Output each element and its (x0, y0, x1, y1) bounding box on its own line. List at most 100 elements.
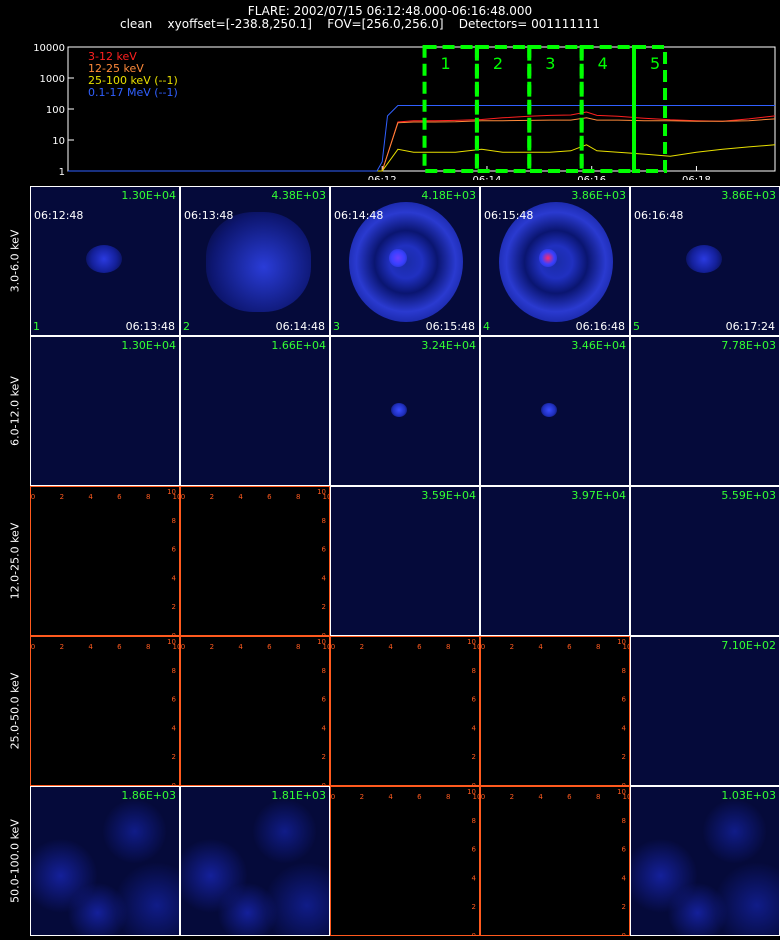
empty-axis-tick-label: 10 (467, 788, 476, 796)
image-panel: 1.30E+04 (30, 336, 180, 486)
empty-axis-tick-label: 2 (322, 753, 326, 761)
interval-label: 3 (545, 54, 555, 73)
image-panel: 7.10E+02 (630, 636, 780, 786)
interval-end-time: 06:17:24 (725, 320, 775, 333)
interval-end-time: 06:13:48 (125, 320, 175, 333)
interval-start-time: 06:16:48 (634, 209, 684, 222)
peak-value: 3.24E+04 (421, 339, 476, 352)
interval-index: 4 (483, 320, 490, 333)
empty-axis-tick-label: 8 (146, 643, 150, 651)
empty-axis-tick-label: 2 (360, 793, 364, 801)
background-noise (631, 787, 779, 935)
empty-axis-tick-label: 10 (467, 638, 476, 646)
series-line (68, 105, 775, 172)
empty-axis-tick-label: 6 (472, 846, 477, 854)
empty-axis-tick-label: 2 (622, 903, 626, 911)
empty-axis-tick-label: 2 (210, 493, 214, 501)
interval-label: 4 (598, 54, 608, 73)
empty-axis-tick-label: 4 (472, 874, 477, 882)
background-noise (31, 787, 179, 935)
empty-axes: 00224466881010 (31, 638, 179, 785)
source-blob (686, 245, 722, 273)
y-tick-label: 1 (59, 167, 65, 178)
empty-panel: 00224466881010 (330, 786, 480, 936)
empty-axis-tick-label: 4 (88, 493, 93, 501)
image-panel: 3.59E+04 (330, 486, 480, 636)
y-tick-label: 100 (46, 105, 65, 116)
empty-axis-tick-label: 10 (617, 638, 626, 646)
empty-axis-tick-label: 2 (172, 753, 176, 761)
peak-value: 7.10E+02 (721, 639, 776, 652)
interval-label: 2 (493, 54, 503, 73)
empty-axis-tick-label: 2 (210, 643, 214, 651)
x-tick-label: 06:14 (473, 175, 502, 180)
interval-label: 5 (650, 54, 660, 73)
empty-axis-tick-label: 2 (622, 753, 626, 761)
interval-index: 2 (183, 320, 190, 333)
image-panel: 7.78E+03 (630, 336, 780, 486)
energy-band-label: 12.0-25.0 keV (4, 486, 26, 636)
empty-axis-tick-label: 6 (322, 546, 327, 554)
empty-axis-tick-label: 4 (388, 793, 393, 801)
empty-axis-tick-label: 8 (446, 793, 450, 801)
empty-axis-tick-label: 0 (31, 643, 35, 651)
empty-axis-tick-label: 4 (88, 643, 93, 651)
empty-panel: 00224466881010 (30, 486, 180, 636)
image-panel: 4.38E+03 06:13:48 06:14:48 2 (180, 186, 330, 336)
source-core (539, 249, 557, 267)
empty-axis-tick-label: 2 (322, 603, 326, 611)
interval-end-time: 06:15:48 (425, 320, 475, 333)
empty-axis-tick-label: 6 (567, 643, 572, 651)
empty-axis-tick-label: 2 (360, 643, 364, 651)
peak-value: 3.59E+04 (421, 489, 476, 502)
empty-axis-tick-label: 0 (481, 643, 485, 651)
empty-axis-tick-label: 0 (331, 643, 335, 651)
peak-value: 1.30E+04 (121, 339, 176, 352)
empty-axis-tick-label: 0 (622, 932, 626, 936)
empty-axis-tick-label: 8 (622, 817, 626, 825)
empty-axis-tick-label: 6 (267, 643, 272, 651)
empty-axis-tick-label: 2 (60, 643, 64, 651)
empty-axis-tick-label: 0 (331, 793, 335, 801)
empty-axis-tick-label: 6 (472, 696, 477, 704)
empty-axis-tick-label: 6 (267, 493, 272, 501)
peak-value: 5.59E+03 (721, 489, 776, 502)
empty-axis-tick-label: 6 (417, 793, 422, 801)
image-panel: 5.59E+03 (630, 486, 780, 636)
image-panel: 1.03E+03 (630, 786, 780, 936)
interval-end-time: 06:14:48 (275, 320, 325, 333)
interval-start-time: 06:13:48 (184, 209, 234, 222)
peak-value: 1.81E+03 (271, 789, 326, 802)
interval-start-time: 06:12:48 (34, 209, 84, 222)
background-noise (181, 787, 329, 935)
empty-axis-tick-label: 6 (622, 696, 627, 704)
image-panel: 3.86E+03 06:15:48 06:16:48 4 (480, 186, 630, 336)
image-panel: 1.66E+04 (180, 336, 330, 486)
interval-index: 5 (633, 320, 640, 333)
empty-panel: 00224466881010 (180, 486, 330, 636)
empty-axis-tick-label: 4 (472, 724, 477, 732)
y-tick-label: 10000 (33, 43, 65, 54)
empty-axes: 00224466881010 (331, 788, 479, 935)
interval-index: 1 (33, 320, 40, 333)
source-blob (206, 212, 311, 312)
interval-index: 3 (333, 320, 340, 333)
image-panel: 1.81E+03 (180, 786, 330, 936)
empty-axis-tick-label: 4 (322, 724, 327, 732)
peak-value: 3.97E+04 (571, 489, 626, 502)
image-panel: 4.18E+03 06:14:48 06:15:48 3 (330, 186, 480, 336)
empty-axis-tick-label: 6 (417, 643, 422, 651)
empty-axis-tick-label: 6 (622, 846, 627, 854)
empty-axes: 00224466881010 (181, 638, 329, 785)
source-dot (391, 403, 407, 417)
peak-value: 1.66E+04 (271, 339, 326, 352)
image-panel: 3.86E+03 06:16:48 06:17:24 5 (630, 186, 780, 336)
empty-axis-tick-label: 4 (622, 874, 627, 882)
peak-value: 7.78E+03 (721, 339, 776, 352)
empty-axis-tick-label: 6 (567, 793, 572, 801)
source-dot (541, 403, 557, 417)
empty-axes: 00224466881010 (181, 488, 329, 635)
empty-axis-tick-label: 2 (472, 753, 476, 761)
interval-start-time: 06:15:48 (484, 209, 534, 222)
empty-axis-tick-label: 2 (510, 643, 514, 651)
